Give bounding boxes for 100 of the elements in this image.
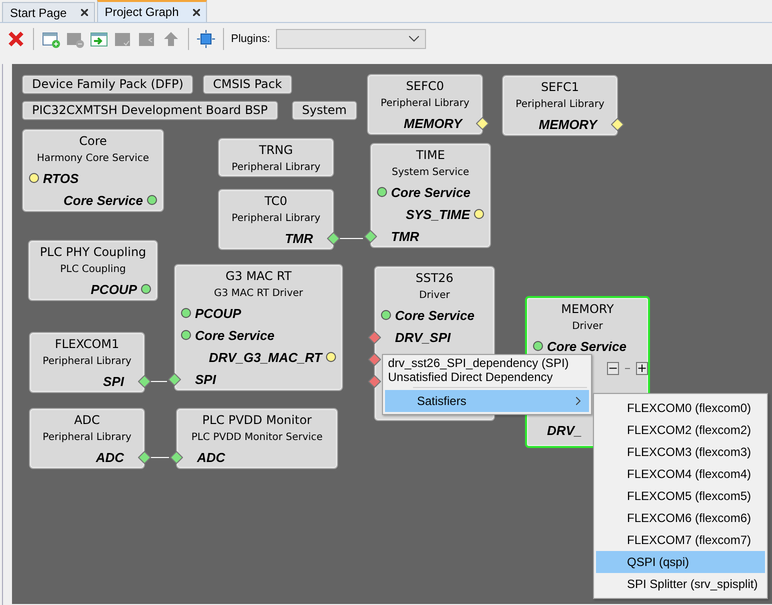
component-node[interactable]: Core Harmony Core Service RTOS Core Service (22, 129, 164, 212)
menu-item[interactable]: FLEXCOM5 (flexcom5) (596, 485, 765, 507)
port-connector[interactable] (170, 450, 182, 464)
node-subtitle: Peripheral Library (42, 431, 132, 445)
port-label: SYS_TIME (406, 206, 470, 222)
tab[interactable]: Start Page (2, 2, 95, 22)
component-node[interactable]: TC0 Peripheral Library TMR (218, 189, 334, 250)
port-connector[interactable] (168, 372, 180, 386)
node-title: FLEXCOM1 (54, 336, 120, 352)
node-title: TC0 (264, 193, 288, 209)
node-subtitle: PLC PVDD Monitor Service (190, 431, 324, 445)
port-label: PCOUP (90, 282, 137, 296)
port-connector[interactable] (364, 230, 376, 242)
pack-button[interactable]: CMSIS Pack (203, 75, 292, 94)
component-node[interactable]: G3 MAC RT G3 MAC RT Driver PCOUP Core Service DRV_G3_MAC_RT SPI (174, 264, 343, 391)
node-subtitle: Driver (418, 289, 451, 303)
port-label: MEMORY (404, 116, 462, 130)
import-window-icon[interactable] (90, 30, 108, 48)
connector-line (340, 238, 362, 239)
port-dot[interactable] (29, 173, 39, 183)
component-node[interactable]: ADC Peripheral Library ADC (29, 408, 145, 469)
component-node[interactable]: SEFC1 Peripheral Library MEMORY (502, 75, 618, 136)
port-dot[interactable] (381, 310, 391, 320)
port-label: ADC (197, 450, 226, 464)
port-label: DRV_G3_MAC_RT (208, 350, 322, 364)
component-node[interactable]: TRNG Peripheral Library (218, 138, 334, 177)
plugins-label: Plugins: (231, 33, 270, 45)
node-subtitle: Peripheral Library (42, 355, 132, 369)
port-label: SPI (195, 372, 216, 386)
port-connector[interactable] (368, 330, 380, 344)
port-label: RTOS (43, 170, 79, 186)
port-dot[interactable] (533, 341, 543, 351)
port-label: Core Service (391, 184, 470, 200)
port-connector[interactable] (476, 116, 488, 130)
node-subtitle: PLC Coupling (59, 263, 127, 277)
component-node[interactable]: SEFC0 Peripheral Library MEMORY (367, 74, 483, 135)
node-title: ADC (73, 412, 101, 428)
port-label: Core Service (64, 192, 143, 208)
node-title: SST26 (414, 270, 454, 286)
pack-button[interactable]: PIC32CXMTSH Development Board BSP (22, 101, 278, 120)
close-icon[interactable] (192, 8, 200, 16)
port-label: TMR (284, 230, 313, 246)
component-node[interactable]: TIME System Service Core Service SYS_TIME TMR (370, 143, 491, 248)
port-dot[interactable] (326, 352, 336, 362)
node-subtitle: Peripheral Library (380, 97, 470, 111)
node-title: G3 MAC RT (224, 268, 293, 284)
port-connector[interactable] (368, 374, 380, 388)
port-dot[interactable] (181, 330, 191, 340)
component-node[interactable]: FLEXCOM1 Peripheral Library SPI (29, 332, 145, 393)
node-subtitle: Peripheral Library (230, 161, 322, 175)
node-title: SEFC1 (540, 79, 580, 95)
port-connector[interactable] (326, 232, 340, 244)
menu-item[interactable]: FLEXCOM7 (flexcom7) (596, 529, 765, 551)
node-subtitle: System Service (390, 166, 470, 180)
expand-button[interactable]: + (636, 362, 648, 374)
node-title: PLC PVDD Monitor (201, 412, 313, 428)
port-label: DRV_SPI (395, 330, 451, 344)
close-icon[interactable] (80, 9, 88, 16)
node-subtitle: Driver (571, 320, 604, 334)
fit-to-screen-icon[interactable] (197, 30, 215, 48)
menu-item[interactable]: Satisfiers (385, 390, 589, 412)
component-node[interactable]: PLC PHY Coupling PLC Coupling PCOUP (28, 240, 158, 301)
port-dot[interactable] (181, 308, 191, 318)
node-title: SEFC0 (404, 78, 446, 94)
port-label: Core Service (195, 328, 274, 342)
delete-icon[interactable] (7, 30, 25, 48)
pack-button[interactable]: Device Family Pack (DFP) (22, 75, 194, 94)
port-label: TMR (391, 228, 420, 244)
collapse-button[interactable]: − (607, 362, 620, 374)
caret-icon (409, 36, 420, 42)
connector-line (150, 381, 166, 382)
port-connector[interactable] (610, 118, 624, 130)
menu-item[interactable]: FLEXCOM0 (flexcom0) (596, 397, 765, 419)
port-dot[interactable] (147, 195, 157, 205)
port-label: Core Service (547, 338, 626, 354)
port-connector[interactable] (138, 374, 150, 388)
port-label: ADC (96, 450, 124, 464)
add-window-icon[interactable] (42, 30, 60, 48)
port-dot[interactable] (377, 187, 387, 197)
node-subtitle: G3 MAC RT Driver (212, 287, 304, 301)
menu-item[interactable]: FLEXCOM3 (flexcom3) (596, 441, 765, 463)
port-label: SPI (103, 374, 124, 388)
port-dot[interactable] (474, 209, 484, 219)
menu-item[interactable]: FLEXCOM2 (flexcom2) (596, 419, 765, 441)
menu-item[interactable]: FLEXCOM4 (flexcom4) (596, 463, 765, 485)
port-label: Core Service (395, 308, 474, 322)
node-title: MEMORY (560, 301, 615, 317)
pack-button[interactable]: System (292, 101, 357, 120)
node-title: PLC PHY Coupling (38, 244, 148, 260)
component-node[interactable]: PLC PVDD Monitor PLC PVDD Monitor Service ADC (176, 408, 338, 469)
port-label: DRV_ (547, 422, 582, 438)
node-title: TRNG (258, 142, 294, 158)
port-connector[interactable] (138, 450, 150, 464)
port-connector[interactable] (368, 352, 380, 366)
menu-item[interactable]: SPI Splitter (srv_spisplit) (596, 573, 765, 595)
port-dot[interactable] (141, 284, 151, 294)
menu-item[interactable]: QSPI (qspi) (596, 551, 765, 573)
menu-item[interactable]: FLEXCOM6 (flexcom6) (596, 507, 765, 529)
tab[interactable]: Project Graph (96, 0, 207, 22)
node-subtitle: Peripheral Library (230, 212, 322, 226)
